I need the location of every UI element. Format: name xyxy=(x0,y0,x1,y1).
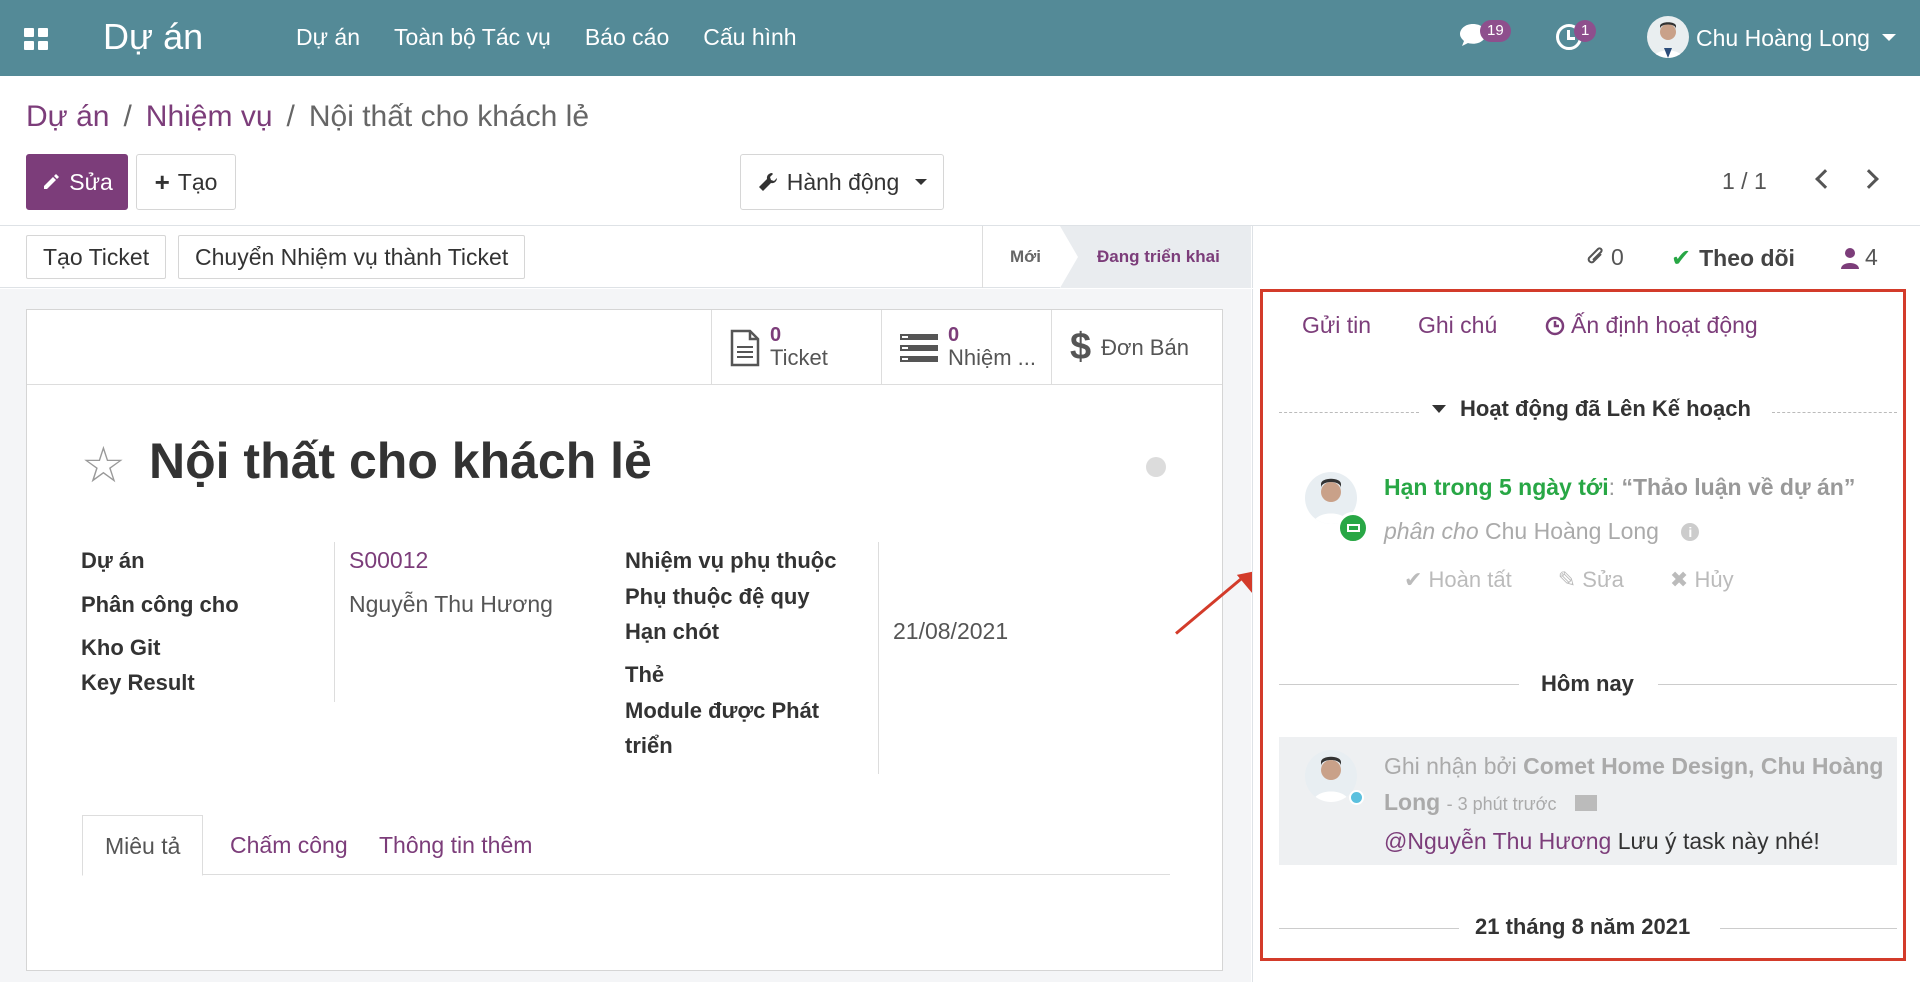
document-icon xyxy=(730,329,760,366)
control-panel: Dự án / Nhiệm vụ / Nội thất cho khách lẻ Sửa… xyxy=(0,76,1920,226)
subtasks-smart-button[interactable]: 0 Nhiệm ... xyxy=(881,310,1051,385)
menu-item-projects[interactable]: Dự án xyxy=(296,24,360,51)
tab-description[interactable]: Miêu tả xyxy=(82,815,204,876)
follow-button[interactable]: ✔ Theo dõi xyxy=(1671,244,1795,273)
label-module-cont: triển xyxy=(625,733,673,758)
app-brand[interactable]: Dự án xyxy=(103,16,203,58)
assigned-field[interactable]: Nguyễn Thu Hương xyxy=(349,591,553,618)
label-assigned: Phân công cho xyxy=(81,592,239,617)
label-module: Module được Phát xyxy=(625,698,820,723)
caret-down-icon xyxy=(915,179,928,185)
chevron-down-icon[interactable] xyxy=(1882,34,1896,41)
next-record-icon[interactable] xyxy=(1859,169,1879,189)
menu-item-reports[interactable]: Báo cáo xyxy=(585,24,669,51)
convert-to-ticket-button[interactable]: Chuyển Nhiệm vụ thành Ticket xyxy=(178,235,526,279)
label-project: Dự án xyxy=(81,548,145,573)
label-git: Kho Git xyxy=(81,635,161,660)
form-sheet: 0 Ticket 0 Nhiệm ... $ Đơn Bán ☆ Nội thất … xyxy=(26,309,1223,971)
highlight-frame xyxy=(1260,289,1906,961)
label-key-result: Key Result xyxy=(81,670,195,695)
label-tags: Thẻ xyxy=(625,662,665,687)
project-field[interactable]: S00012 xyxy=(349,547,428,574)
action-dropdown[interactable]: Hành động xyxy=(740,154,944,210)
apps-menu-icon[interactable] xyxy=(24,28,48,50)
smart-buttons: 0 Ticket 0 Nhiệm ... $ Đơn Bán xyxy=(27,310,1222,385)
stage-divider xyxy=(982,226,983,288)
sales-order-smart-button[interactable]: $ Đơn Bán xyxy=(1051,310,1222,385)
ticket-smart-button[interactable]: 0 Ticket xyxy=(711,310,881,385)
main-menu: Dự án Toàn bộ Tác vụ Báo cáo Cấu hình xyxy=(296,24,797,51)
label-dependent-tasks: Nhiệm vụ phụ thuộc xyxy=(625,548,837,573)
previous-record-icon[interactable] xyxy=(1815,169,1835,189)
stage-new[interactable]: Mới xyxy=(1010,226,1041,288)
breadcrumb-tasks[interactable]: Nhiệm vụ xyxy=(146,100,273,133)
task-title[interactable]: Nội thất cho khách lẻ xyxy=(149,432,652,490)
priority-star-icon[interactable]: ☆ xyxy=(81,440,126,490)
activities-count-badge: 1 xyxy=(1574,20,1597,42)
stage-in-progress[interactable]: Đang triển khai xyxy=(1097,226,1220,288)
form-tabs: Miêu tả Chấm công Thông tin thêm xyxy=(82,815,1170,876)
attachments-button[interactable]: 0 xyxy=(1585,244,1624,271)
messages-count-badge: 19 xyxy=(1480,20,1511,42)
breadcrumb-current: Nội thất cho khách lẻ xyxy=(308,100,590,133)
wrench-icon xyxy=(758,172,777,191)
tasks-icon xyxy=(900,333,938,362)
pager-value[interactable]: 1 / 1 xyxy=(1722,168,1767,195)
user-menu[interactable]: Chu Hoàng Long xyxy=(1696,25,1870,52)
chatter-topbar: 0 ✔ Theo dõi 4 xyxy=(1252,226,1920,288)
create-button[interactable]: + Tạo xyxy=(136,154,236,210)
label-recursive-dependency: Phụ thuộc đệ quy xyxy=(625,584,810,609)
field-divider xyxy=(878,542,879,774)
dollar-icon: $ xyxy=(1070,326,1092,368)
user-avatar[interactable] xyxy=(1647,16,1689,58)
breadcrumb: Dự án / Nhiệm vụ / Nội thất cho khách lẻ xyxy=(26,100,590,133)
plus-icon: + xyxy=(154,166,170,197)
breadcrumb-projects[interactable]: Dự án xyxy=(26,100,109,133)
pencil-icon xyxy=(44,174,60,189)
deadline-field[interactable]: 21/08/2021 xyxy=(893,618,1008,645)
menu-item-configuration[interactable]: Cấu hình xyxy=(703,24,796,51)
create-ticket-button[interactable]: Tạo Ticket xyxy=(26,235,167,279)
user-icon xyxy=(1841,247,1859,269)
label-deadline: Hạn chót xyxy=(625,619,720,644)
paperclip-icon xyxy=(1587,246,1603,263)
followers-button[interactable]: 4 xyxy=(1841,244,1878,271)
menu-item-all-tasks[interactable]: Toàn bộ Tác vụ xyxy=(394,24,551,51)
kanban-state-icon[interactable] xyxy=(1146,457,1166,477)
status-bar: Tạo Ticket Chuyển Nhiệm vụ thành Ticket … xyxy=(0,226,1251,288)
field-divider xyxy=(334,542,335,702)
tab-extra-info[interactable]: Thông tin thêm xyxy=(357,815,554,876)
check-icon: ✔ xyxy=(1671,245,1692,272)
stage-arrow xyxy=(1060,226,1078,288)
tab-timesheets[interactable]: Chấm công xyxy=(208,815,370,876)
edit-button[interactable]: Sửa xyxy=(26,154,128,210)
top-navbar: Dự án Dự án Toàn bộ Tác vụ Báo cáo Cấu h… xyxy=(0,0,1920,76)
